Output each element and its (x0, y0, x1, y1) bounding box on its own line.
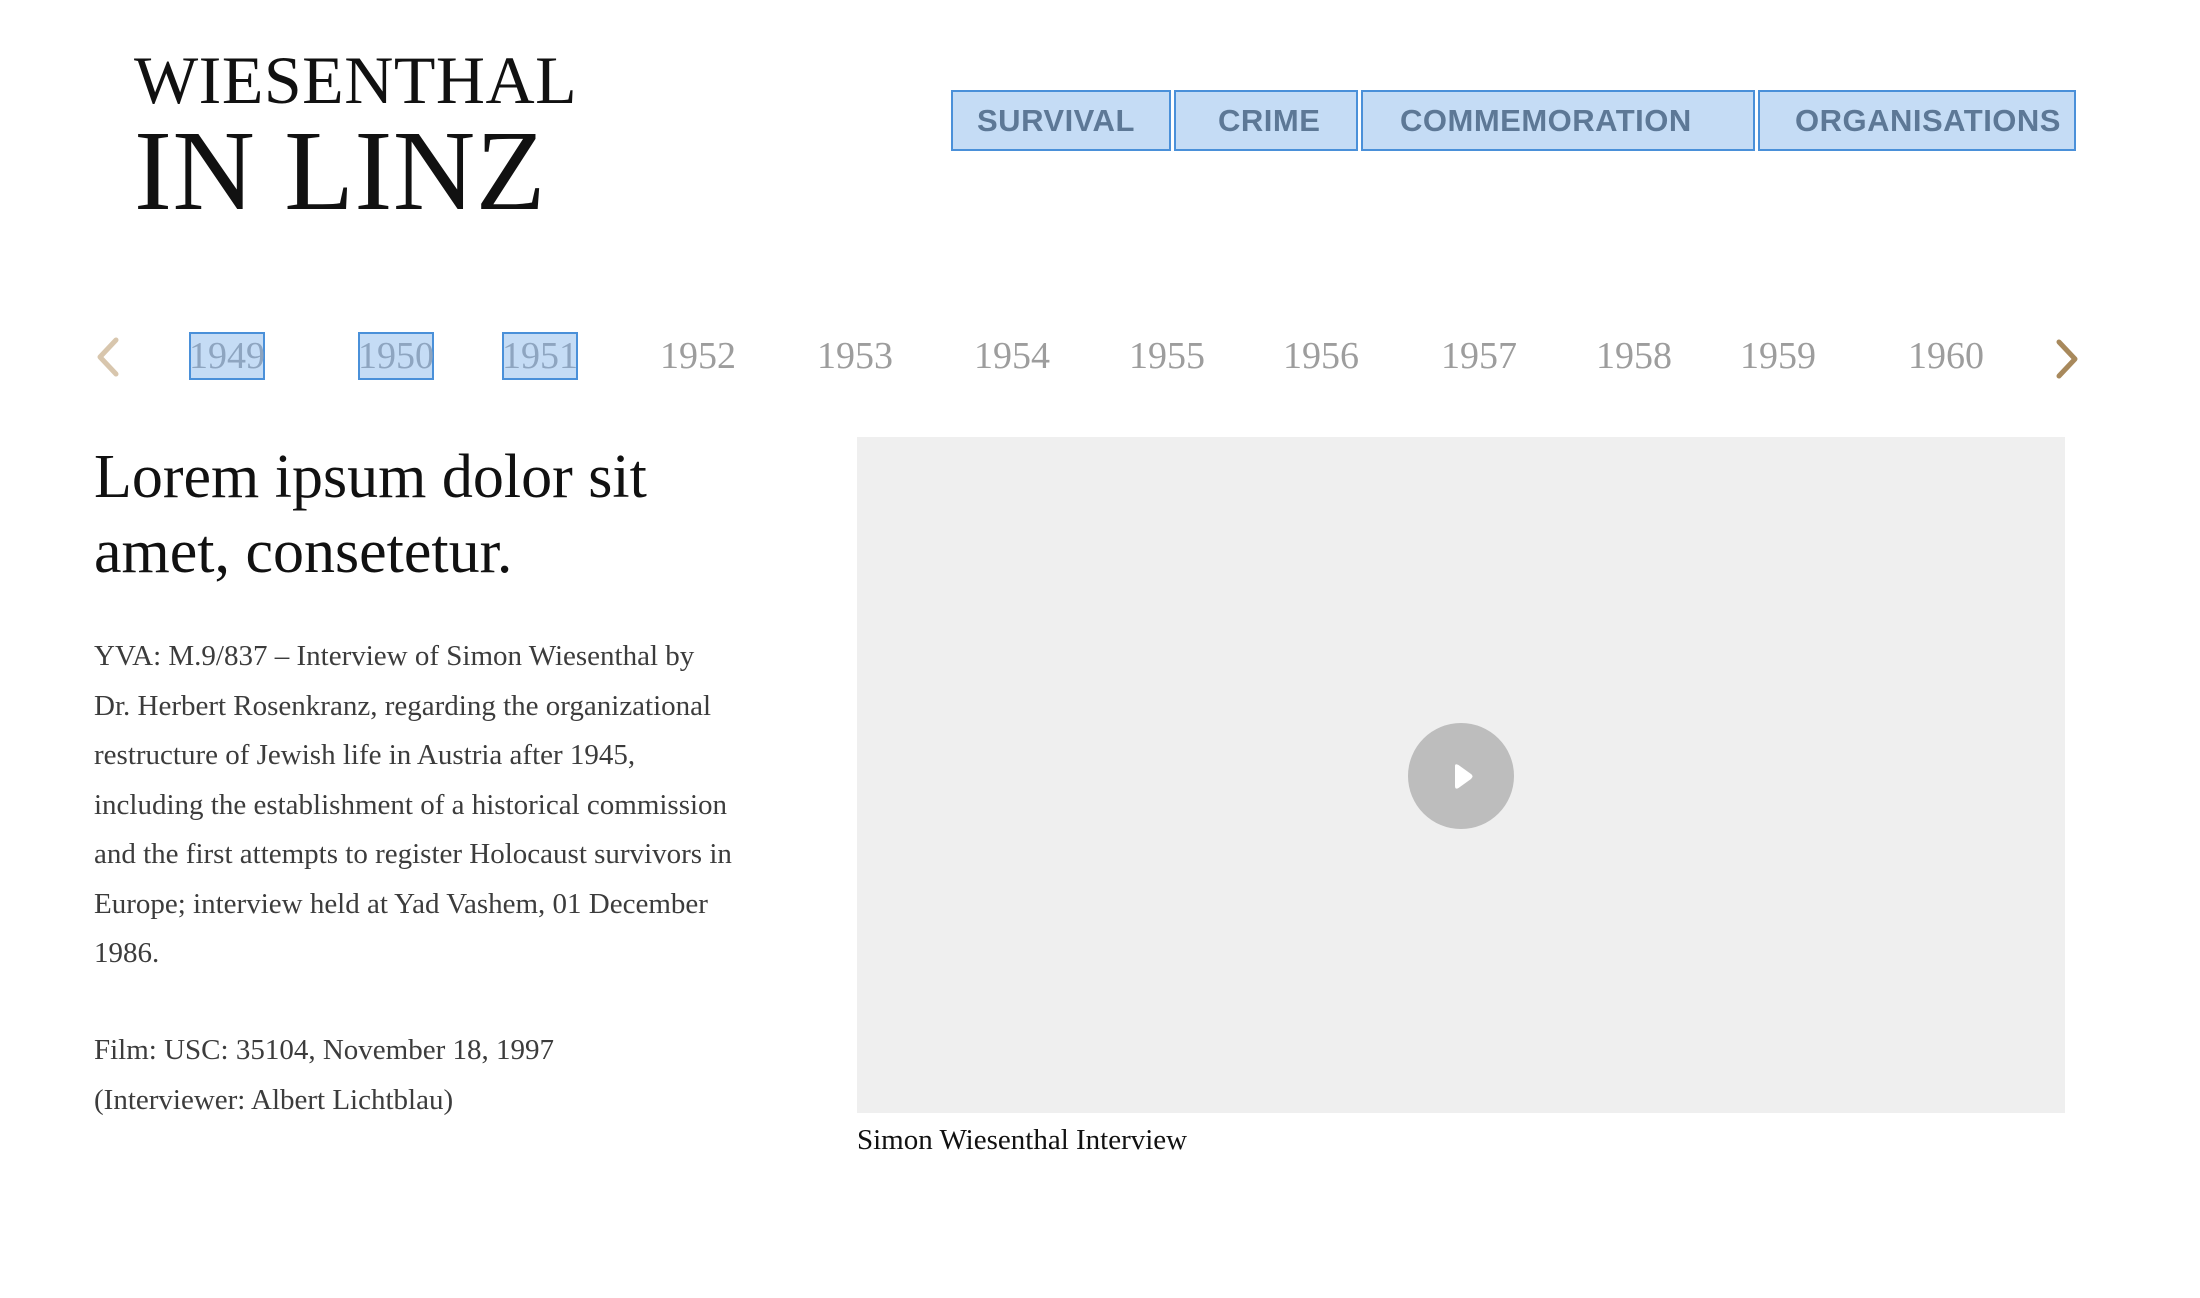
timeline-prev-button[interactable] (88, 334, 128, 380)
year-1950[interactable]: 1950 (358, 332, 434, 380)
year-1959[interactable]: 1959 (1740, 332, 1816, 380)
nav-item-survival[interactable]: SURVIVAL (951, 90, 1171, 151)
nav-item-crime[interactable]: CRIME (1174, 90, 1358, 151)
page-headline: Lorem ipsum dolor sit amet, consetetur. (94, 443, 647, 586)
main-nav: SURVIVAL CRIME COMMEMORATION ORGANISATIO… (951, 90, 2076, 153)
year-1955[interactable]: 1955 (1129, 332, 1205, 380)
year-1960[interactable]: 1960 (1908, 332, 1984, 380)
film-reference-line-1: Film: USC: 35104, November 18, 1997 (94, 1034, 554, 1066)
chevron-right-icon (2056, 339, 2078, 379)
play-icon (1455, 764, 1473, 789)
timeline-next-button[interactable] (2047, 334, 2087, 380)
year-1958[interactable]: 1958 (1596, 332, 1672, 380)
nav-item-organisations[interactable]: ORGANISATIONS (1758, 90, 2076, 151)
video-player[interactable] (857, 437, 2065, 1113)
year-1957[interactable]: 1957 (1441, 332, 1517, 380)
nav-item-commemoration[interactable]: COMMEMORATION (1361, 90, 1755, 151)
year-timeline: 1949 1950 1951 1952 1953 1954 1955 1956 … (0, 320, 2200, 394)
site-logo[interactable]: WIESENTHAL IN LINZ (134, 46, 577, 228)
film-reference-line-2: (Interviewer: Albert Lichtblau) (94, 1083, 454, 1116)
chevron-left-icon (97, 337, 119, 377)
play-button[interactable] (1408, 723, 1514, 829)
year-1952[interactable]: 1952 (660, 332, 736, 380)
video-caption: Simon Wiesenthal Interview (857, 1124, 1188, 1156)
year-1951[interactable]: 1951 (502, 332, 578, 380)
year-1953[interactable]: 1953 (817, 332, 893, 380)
logo-title-line-1: WIESENTHAL (134, 42, 578, 118)
year-1949[interactable]: 1949 (189, 332, 265, 380)
film-reference: Film: USC: 35104, November 18, 1997 (Int… (94, 1026, 734, 1125)
logo-title-line-2: IN LINZ (134, 107, 546, 234)
year-1954[interactable]: 1954 (974, 332, 1050, 380)
interview-description: YVA: M.9/837 – Interview of Simon Wiesen… (94, 640, 732, 969)
year-1956[interactable]: 1956 (1283, 332, 1359, 380)
